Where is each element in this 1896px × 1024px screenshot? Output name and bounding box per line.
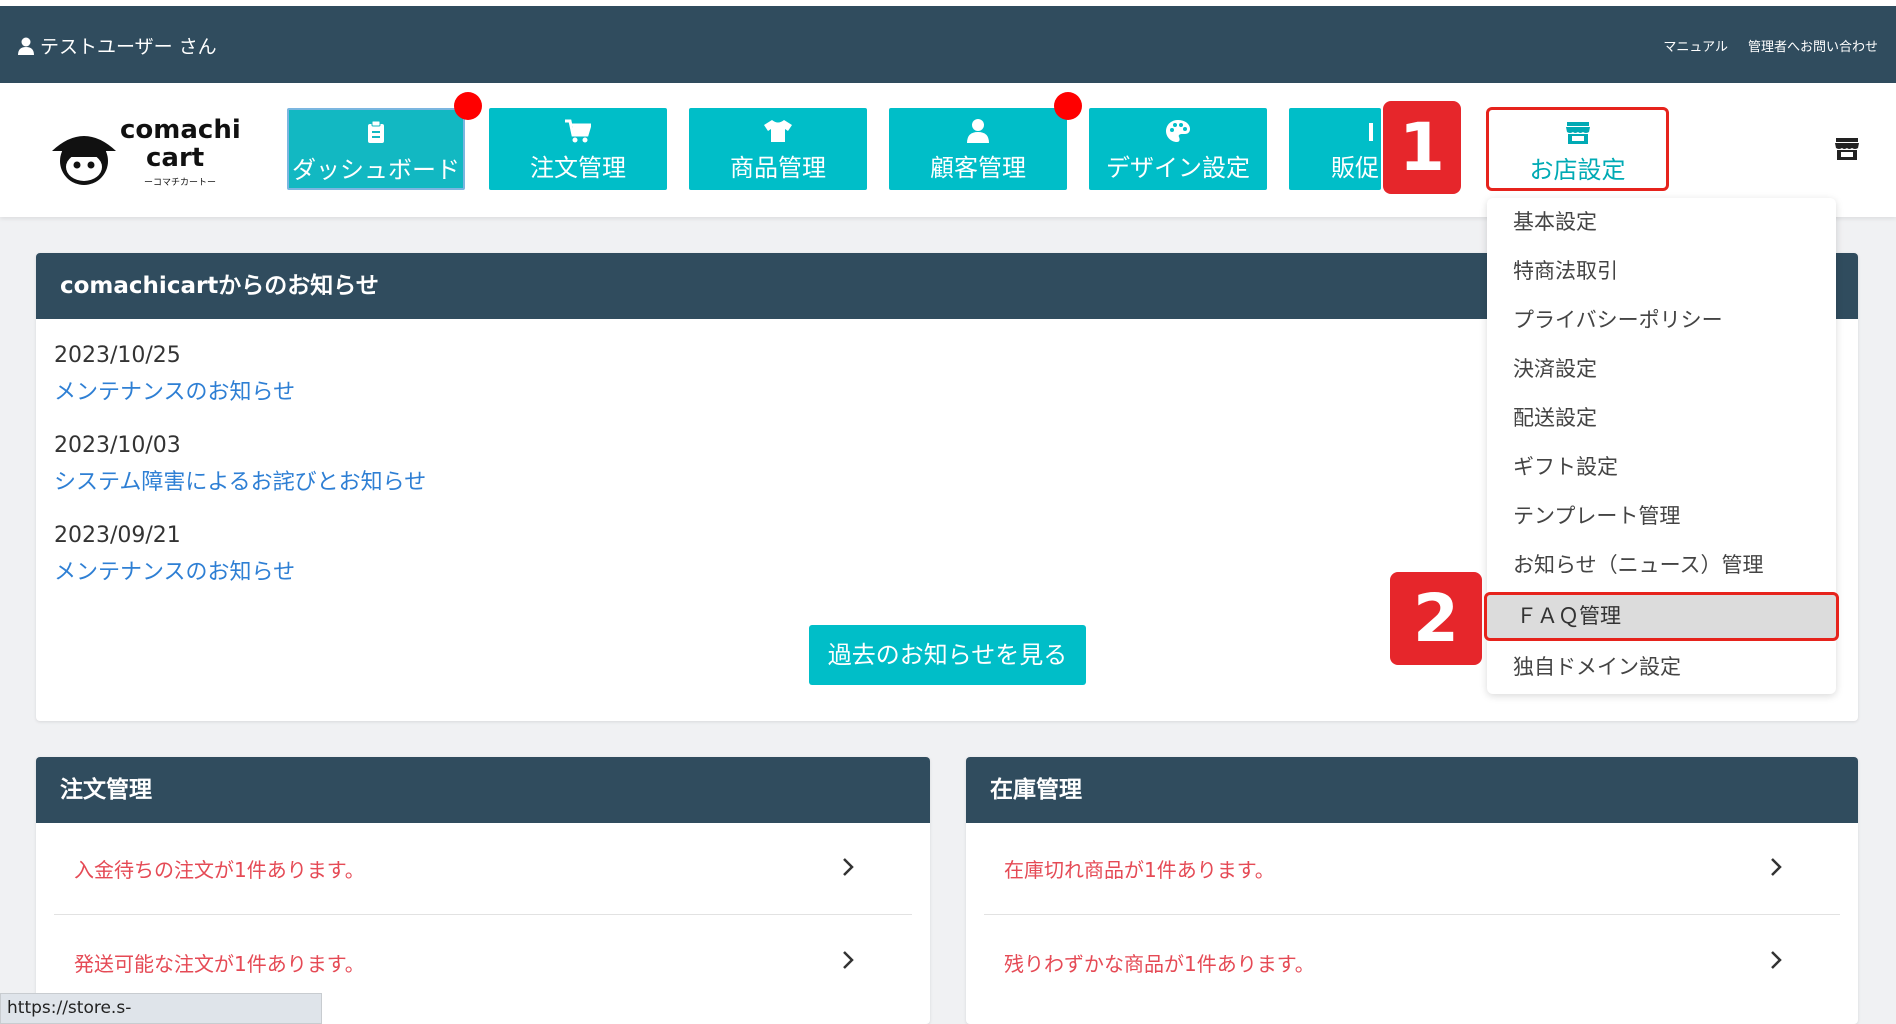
user-menu[interactable]: テストユーザー さん bbox=[18, 32, 217, 59]
stock-panel: 在庫管理 在庫切れ商品が1件あります。 残りわずかな商品が1件あります。 bbox=[966, 757, 1858, 1024]
chevron-right-icon bbox=[1771, 858, 1782, 876]
user-name: テストユーザー さん bbox=[40, 36, 217, 58]
chevron-right-icon bbox=[843, 858, 854, 876]
stock-alert-row[interactable]: 在庫切れ商品が1件あります。 bbox=[984, 823, 1840, 915]
comachi-cart-logo[interactable]: comachi cart ーコマチカートー bbox=[48, 115, 241, 195]
notice-date: 2023/10/25 bbox=[54, 343, 181, 368]
past-notices-button[interactable]: 過去のお知らせを見る bbox=[809, 625, 1086, 685]
dashboard-notification-badge bbox=[454, 92, 482, 120]
order-alert-text: 入金待ちの注文が1件あります。 bbox=[74, 858, 365, 882]
nav-orders-button[interactable]: 注文管理 bbox=[489, 108, 667, 190]
notice-date: 2023/09/21 bbox=[54, 523, 181, 548]
orders-panel-title: 注文管理 bbox=[36, 757, 930, 823]
notice-link[interactable]: システム障害によるお詫びとお知らせ bbox=[54, 464, 426, 496]
stock-alert-text: 残りわずかな商品が1件あります。 bbox=[1004, 951, 1315, 976]
dropdown-item-commerce-law[interactable]: 特商法取引 bbox=[1487, 247, 1836, 296]
logo-subtitle: ーコマチカートー bbox=[144, 178, 217, 188]
nav-promotion-label: 販促 bbox=[1331, 154, 1379, 182]
logo-text-cart: cart bbox=[146, 143, 205, 173]
comachi-mascot-icon bbox=[52, 136, 116, 185]
palette-icon bbox=[1166, 120, 1190, 142]
notice-item: 2023/10/25 メンテナンスのお知らせ bbox=[54, 343, 295, 406]
step-marker-2: 2 bbox=[1390, 572, 1482, 665]
step-marker-1: 1 bbox=[1383, 101, 1461, 194]
customers-notification-badge bbox=[1054, 92, 1082, 120]
dropdown-item-gift-settings[interactable]: ギフト設定 bbox=[1487, 443, 1836, 492]
stock-alert-text: 在庫切れ商品が1件あります。 bbox=[1004, 858, 1275, 882]
cart-icon bbox=[565, 119, 591, 143]
dropdown-item-custom-domain[interactable]: 独自ドメイン設定 bbox=[1487, 643, 1836, 692]
dropdown-item-faq-management[interactable]: ＦＡＱ管理 bbox=[1484, 592, 1839, 641]
chevron-right-icon bbox=[843, 951, 854, 969]
nav-dashboard-button[interactable]: ダッシュボード bbox=[287, 108, 465, 190]
header-links: マニュアル 管理者へお問い合わせ bbox=[1663, 36, 1878, 55]
contact-admin-link[interactable]: 管理者へお問い合わせ bbox=[1748, 36, 1878, 55]
dropdown-item-shipping-settings[interactable]: 配送設定 bbox=[1487, 394, 1836, 443]
notice-link[interactable]: メンテナンスのお知らせ bbox=[54, 374, 295, 406]
nav-design-button[interactable]: デザイン設定 bbox=[1089, 108, 1267, 190]
chart-icon bbox=[1369, 123, 1373, 141]
stock-alert-row[interactable]: 残りわずかな商品が1件あります。 bbox=[984, 916, 1840, 1008]
tshirt-icon bbox=[764, 120, 792, 142]
user-icon bbox=[18, 37, 34, 55]
logo-text-comachi: comachi bbox=[120, 115, 241, 145]
nav-customers-button[interactable]: 顧客管理 bbox=[889, 108, 1067, 190]
nav-dashboard-label: ダッシュボード bbox=[292, 156, 460, 184]
stock-panel-title: 在庫管理 bbox=[966, 757, 1858, 823]
nav-store-settings-label: お店設定 bbox=[1529, 156, 1626, 184]
nav-promotion-button[interactable]: 販促 bbox=[1289, 108, 1381, 190]
nav-customers-label: 顧客管理 bbox=[930, 154, 1026, 182]
order-alert-text: 発送可能な注文が1件あります。 bbox=[74, 951, 365, 976]
store-icon[interactable] bbox=[1834, 136, 1860, 162]
dropdown-item-template-management[interactable]: テンプレート管理 bbox=[1487, 492, 1836, 541]
dropdown-item-privacy-policy[interactable]: プライバシーポリシー bbox=[1487, 296, 1836, 345]
dropdown-item-basic-settings[interactable]: 基本設定 bbox=[1487, 198, 1836, 247]
manual-link[interactable]: マニュアル bbox=[1663, 36, 1728, 55]
notice-date: 2023/10/03 bbox=[54, 433, 181, 458]
orders-panel: 注文管理 入金待ちの注文が1件あります。 発送可能な注文が1件あります。 bbox=[36, 757, 930, 1024]
nav-store-settings-button[interactable]: お店設定 bbox=[1486, 107, 1669, 191]
nav-products-label: 商品管理 bbox=[730, 154, 826, 182]
nav-orders-label: 注文管理 bbox=[530, 154, 626, 182]
main-navbar: comachi cart ーコマチカートー ダッシュボード 注文管理 商品管理 … bbox=[0, 83, 1896, 217]
notice-link[interactable]: メンテナンスのお知らせ bbox=[54, 554, 295, 586]
nav-products-button[interactable]: 商品管理 bbox=[689, 108, 867, 190]
user-icon bbox=[967, 119, 989, 143]
top-bar: テストユーザー さん マニュアル 管理者へお問い合わせ bbox=[0, 6, 1896, 83]
clipboard-icon bbox=[368, 121, 384, 143]
store-settings-dropdown: 基本設定 特商法取引 プライバシーポリシー 決済設定 配送設定 ギフト設定 テン… bbox=[1484, 198, 1839, 694]
dropdown-item-news-management[interactable]: お知らせ（ニュース）管理 bbox=[1487, 541, 1836, 590]
store-icon bbox=[1565, 122, 1590, 144]
notice-item: 2023/09/21 メンテナンスのお知らせ bbox=[54, 523, 295, 586]
notice-item: 2023/10/03 システム障害によるお詫びとお知らせ bbox=[54, 433, 426, 496]
nav-design-label: デザイン設定 bbox=[1106, 154, 1250, 182]
chevron-right-icon bbox=[1771, 951, 1782, 969]
status-bar-url: https://store.s-flyingfox.com/store/faq bbox=[0, 993, 322, 1024]
dropdown-item-payment-settings[interactable]: 決済設定 bbox=[1487, 345, 1836, 394]
order-alert-row[interactable]: 入金待ちの注文が1件あります。 bbox=[54, 823, 912, 915]
